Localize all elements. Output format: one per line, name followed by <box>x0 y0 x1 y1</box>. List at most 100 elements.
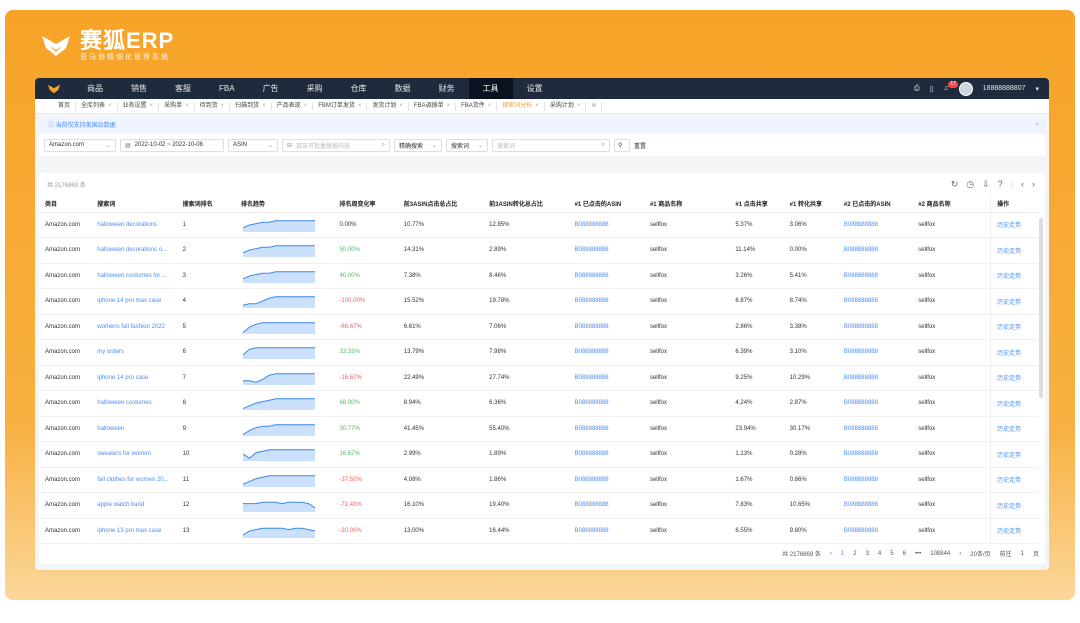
bell-icon[interactable]: ♫ 17 <box>943 81 958 92</box>
cell-asin1[interactable]: B088888888 <box>568 339 644 366</box>
cell-op[interactable]: 历史走势 <box>990 339 1039 366</box>
cell-kw[interactable]: halloween costumes <box>91 390 177 417</box>
tab[interactable]: 全库列表 × <box>76 101 118 111</box>
page-number[interactable]: 3 <box>866 551 869 557</box>
goto-input[interactable]: 1 <box>1021 551 1024 557</box>
chevron-right-icon[interactable]: › <box>959 551 961 557</box>
chevron-left-icon[interactable]: ‹ <box>830 551 832 557</box>
nav-item[interactable]: 工具 <box>468 78 513 99</box>
nav-item[interactable]: 销售 <box>117 78 161 99</box>
column-header[interactable]: 类目 <box>39 195 92 213</box>
close-icon[interactable]: × <box>577 102 581 111</box>
page-number[interactable]: 2 <box>853 551 856 557</box>
cell-asin2[interactable]: B088888888 <box>837 314 913 340</box>
close-icon[interactable]: × <box>488 102 492 111</box>
table-row[interactable]: Amazon.com iphone 14 pro case 7 -16.67% 22.4… <box>39 365 1039 391</box>
cell-kw[interactable]: iphone 13 pro max case <box>91 518 177 544</box>
table-row[interactable]: Amazon.com halloween decorations 1 0.00% 10.… <box>39 212 1039 238</box>
cell-asin2[interactable]: B088888888 <box>837 237 913 264</box>
cell-asin2[interactable]: B088888888 <box>837 441 913 468</box>
nav-item[interactable]: FBA <box>205 78 249 99</box>
cell-asin2[interactable]: B088888888 <box>837 492 913 519</box>
asin-type-select[interactable]: ASIN ⌄ <box>228 138 278 152</box>
avatar[interactable] <box>958 81 973 96</box>
chevron-left-icon[interactable]: ‹ <box>1021 179 1024 190</box>
column-header[interactable]: 前3ASIN转化总占比 <box>483 195 569 213</box>
column-header[interactable]: #1 商品名称 <box>643 195 730 213</box>
cell-kw[interactable]: sweaters for women <box>91 441 177 468</box>
cell-asin1[interactable]: B088888888 <box>568 518 644 544</box>
cell-asin1[interactable]: B088888888 <box>568 314 644 340</box>
close-icon[interactable]: × <box>1035 122 1039 128</box>
close-icon[interactable]: × <box>221 102 225 111</box>
close-icon[interactable]: × <box>185 102 189 111</box>
table-row[interactable]: Amazon.com womens fall fashion 2022 5 -66.6… <box>39 314 1039 340</box>
column-header[interactable]: 排名周变化率 <box>333 195 398 213</box>
chevron-down-icon[interactable]: ▾ <box>1035 85 1039 93</box>
cell-asin1[interactable]: B088888888 <box>568 365 644 391</box>
column-header[interactable]: 搜索词 <box>91 195 177 213</box>
page-ellipsis[interactable]: ••• <box>915 551 921 557</box>
cell-kw[interactable]: halloween costumes for ... <box>91 263 177 289</box>
date-range-picker[interactable]: ▦ 2022-10-02 ~ 2022-10-08 <box>120 138 224 152</box>
table-row[interactable]: Amazon.com halloween 9 30.77% 41.45% 55.40% B0… <box>39 416 1039 442</box>
cell-kw[interactable]: womens fall fashion 2022 <box>91 314 177 340</box>
cell-asin1[interactable]: B088888888 <box>568 492 644 519</box>
cell-kw[interactable]: fall clothes for women 20... <box>91 467 177 493</box>
cell-asin1[interactable]: B088888888 <box>568 467 644 493</box>
page-number[interactable]: 4 <box>878 551 881 557</box>
nav-item[interactable]: 采购 <box>293 78 337 99</box>
cell-asin2[interactable]: B088888888 <box>837 263 913 289</box>
cell-asin2[interactable]: B088888888 <box>837 288 913 315</box>
cell-asin2[interactable]: B088888888 <box>837 365 913 391</box>
nav-logo-icon[interactable] <box>35 83 73 95</box>
tab-menu-icon[interactable]: ⊗ <box>586 101 603 111</box>
table-row[interactable]: Amazon.com halloween costumes 8 68.00% 8.94%… <box>39 390 1039 417</box>
match-select[interactable]: 精确搜索 ⌄ <box>394 138 442 152</box>
tab[interactable]: FBA货件 × <box>456 101 498 111</box>
table-row[interactable]: Amazon.com fall clothes for women 20... 11… <box>39 467 1039 493</box>
chevron-right-icon[interactable]: › <box>1032 179 1035 190</box>
cell-kw[interactable]: halloween decorations <box>91 212 177 238</box>
table-row[interactable]: Amazon.com halloween costumes for ... 3 40.… <box>39 263 1039 289</box>
cell-kw[interactable]: iphone 14 pro max case <box>91 288 177 315</box>
cell-asin1[interactable]: B088888888 <box>568 263 644 289</box>
filter-icon[interactable]: ⚲ <box>614 138 630 152</box>
cell-op[interactable]: 历史走势 <box>990 212 1039 238</box>
clipboard-icon[interactable]: ▯ <box>930 85 934 93</box>
cell-kw[interactable]: apple watch band <box>91 492 177 519</box>
asin-input[interactable]: ⊞ 双击可批量搜索内容 ⌕ <box>282 138 390 152</box>
tab[interactable]: 产品表现 × <box>272 101 314 111</box>
cell-op[interactable]: 历史走势 <box>990 518 1039 544</box>
cell-asin1[interactable]: B088888888 <box>568 441 644 468</box>
tab[interactable]: FBM订单发货 × <box>313 101 368 111</box>
page-last[interactable]: 108844 <box>930 551 950 557</box>
close-icon[interactable]: × <box>108 102 112 111</box>
close-icon[interactable]: × <box>304 102 308 111</box>
close-icon[interactable]: × <box>399 102 403 111</box>
tab[interactable]: 采购单 × <box>159 101 195 111</box>
table-row[interactable]: Amazon.com apple watch band 12 -71.43% 16.10… <box>39 492 1039 519</box>
tab[interactable]: 业务设置 × <box>118 101 160 111</box>
reset-button[interactable]: 重置 <box>634 141 646 150</box>
cell-op[interactable]: 历史走势 <box>990 365 1039 391</box>
cell-op[interactable]: 历史走势 <box>990 288 1039 315</box>
column-header[interactable]: #1 转化共享 <box>783 195 838 213</box>
cell-op[interactable]: 历史走势 <box>990 441 1039 468</box>
user-name[interactable]: 18888888807 <box>983 85 1026 92</box>
cell-asin1[interactable]: B088888888 <box>568 212 644 238</box>
cell-kw[interactable]: halloween <box>91 416 177 442</box>
download-icon[interactable]: ⇩ <box>982 179 990 190</box>
cell-asin2[interactable]: B088888888 <box>837 518 913 544</box>
cell-op[interactable]: 历史走势 <box>990 416 1039 442</box>
nav-item[interactable]: 数据 <box>381 78 425 99</box>
cell-asin2[interactable]: B088888888 <box>837 467 913 493</box>
table-row[interactable]: Amazon.com sweaters for women 10 16.67% 2.99… <box>39 441 1039 468</box>
close-icon[interactable]: × <box>150 102 154 111</box>
close-icon[interactable]: × <box>535 102 539 111</box>
cell-op[interactable]: 历史走势 <box>990 237 1039 264</box>
clock-icon[interactable]: ◷ <box>966 179 974 190</box>
search-input[interactable]: 搜索词 ⌕ <box>492 138 610 152</box>
tab[interactable]: 发货计划 × <box>367 101 409 111</box>
tab[interactable]: 首页 <box>53 101 77 111</box>
